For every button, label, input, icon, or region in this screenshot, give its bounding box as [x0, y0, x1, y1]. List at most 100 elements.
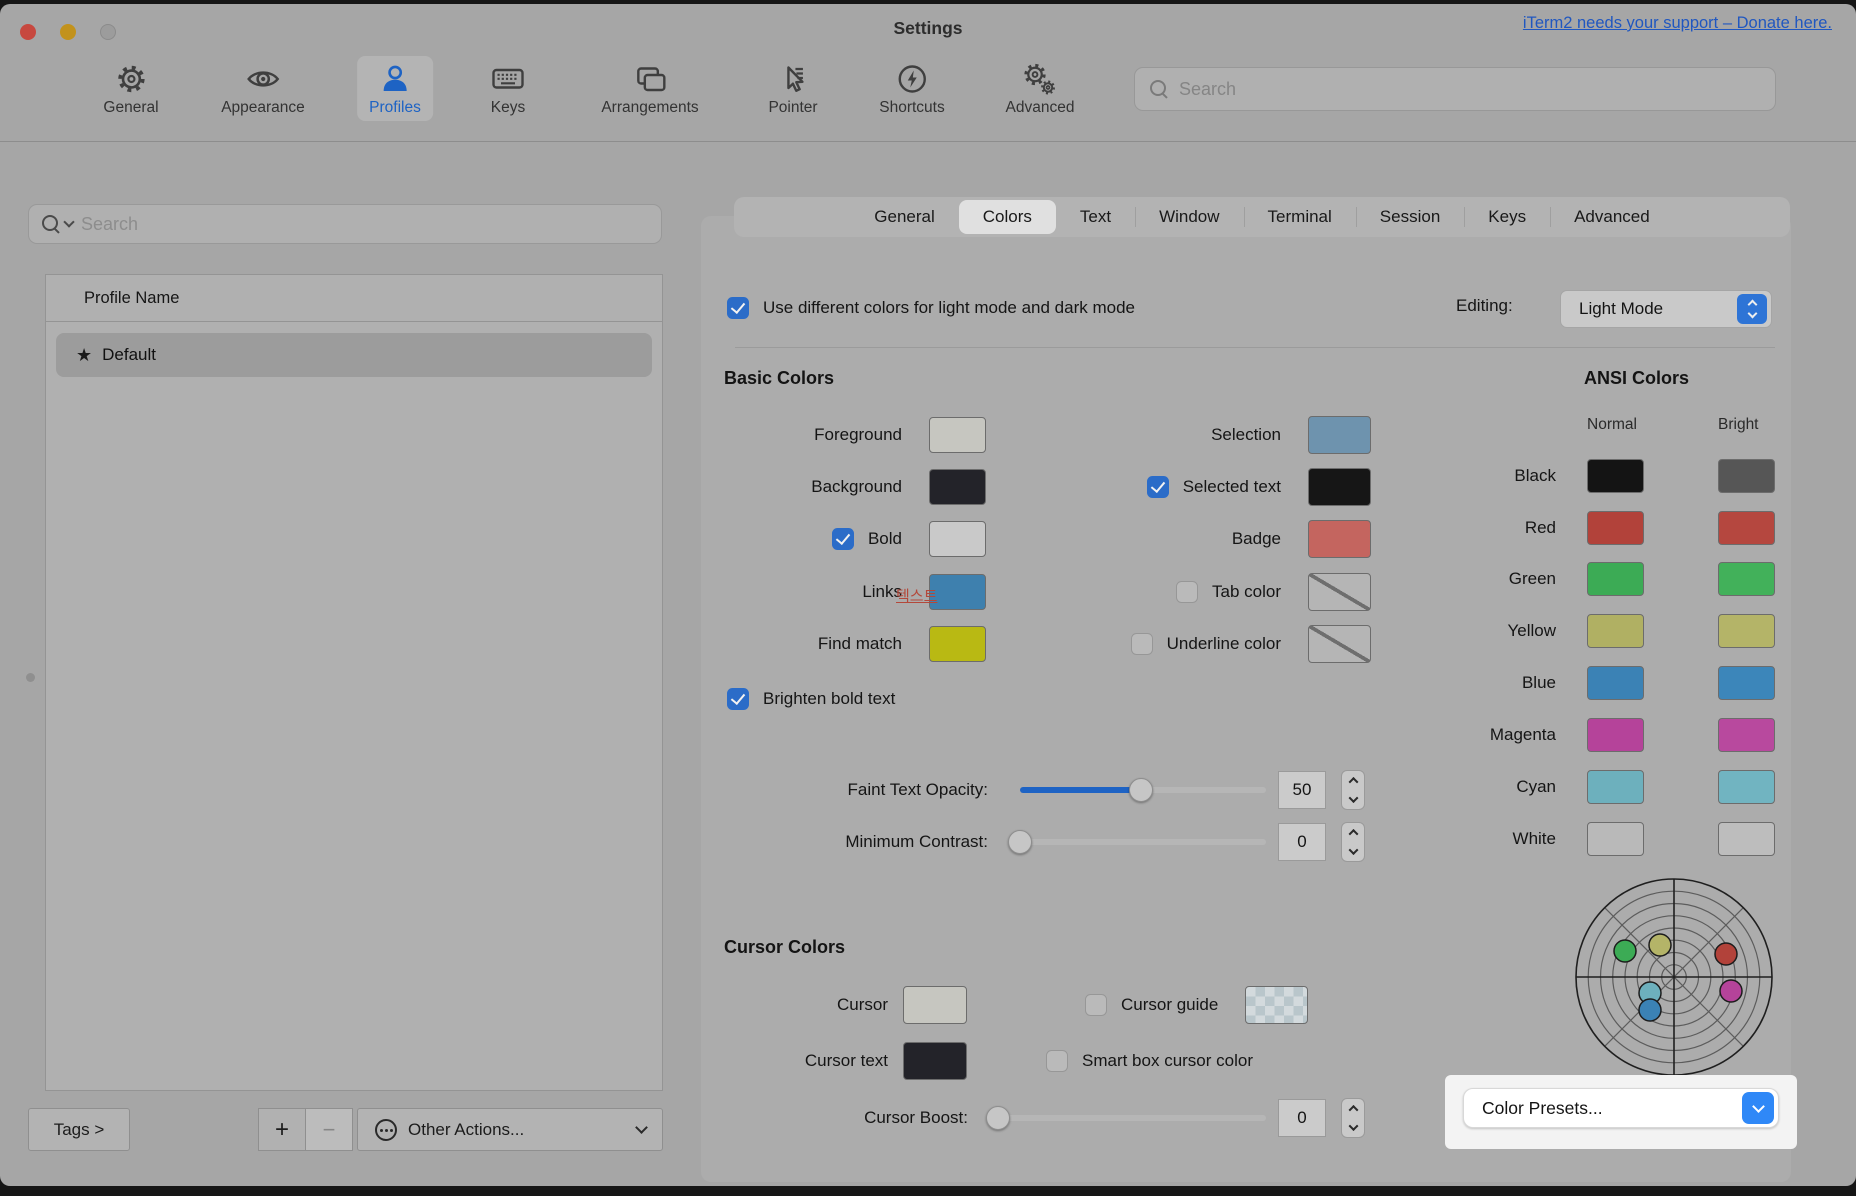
ansi-normal-well[interactable] — [1587, 822, 1644, 856]
toolbar-item-keys[interactable]: Keys — [477, 56, 539, 121]
selected-text-color-well[interactable] — [1308, 468, 1371, 506]
faint-opacity-slider[interactable] — [1020, 787, 1266, 793]
cursor-boost-value[interactable]: 0 — [1278, 1099, 1326, 1137]
min-contrast-slider[interactable] — [1020, 839, 1266, 845]
tab-color-checkbox[interactable] — [1176, 581, 1198, 603]
cursor-guide-label: Cursor guide — [1121, 995, 1218, 1015]
cursor-text-label: Cursor text — [805, 1051, 888, 1071]
slider-thumb[interactable] — [1008, 830, 1032, 854]
selection-row: Selection — [1080, 414, 1371, 456]
toolbar-item-appearance[interactable]: Appearance — [209, 56, 317, 121]
foreground-color-well[interactable] — [929, 417, 986, 453]
ansi-normal-well[interactable] — [1587, 666, 1644, 700]
bold-color-well[interactable] — [929, 521, 986, 557]
settings-window: Settings iTerm2 needs your support – Don… — [0, 4, 1856, 1186]
toolbar-item-advanced[interactable]: Advanced — [994, 56, 1087, 121]
tab-colors[interactable]: Colors — [959, 200, 1056, 234]
other-actions-label: Other Actions... — [408, 1120, 524, 1140]
tab-terminal[interactable]: Terminal — [1244, 197, 1356, 237]
ansi-normal-well[interactable] — [1587, 562, 1644, 596]
faint-opacity-stepper[interactable] — [1341, 770, 1365, 810]
ansi-normal-well[interactable] — [1587, 459, 1644, 493]
smart-box-row: Smart box cursor color — [1046, 1040, 1253, 1082]
find-match-color-well[interactable] — [929, 626, 986, 662]
ansi-normal-well[interactable] — [1587, 614, 1644, 648]
ansi-bright-well[interactable] — [1718, 511, 1775, 545]
links-color-well[interactable] — [929, 574, 986, 610]
min-contrast-value[interactable]: 0 — [1278, 823, 1326, 861]
smart-box-checkbox[interactable] — [1046, 1050, 1068, 1072]
underline-color-checkbox[interactable] — [1131, 633, 1153, 655]
donate-link[interactable]: iTerm2 needs your support – Donate here. — [1523, 14, 1832, 33]
color-presets-popup[interactable]: Color Presets... — [1463, 1088, 1779, 1128]
remove-profile-button[interactable]: − — [306, 1109, 352, 1150]
tags-button[interactable]: Tags > — [28, 1108, 130, 1151]
ansi-normal-well[interactable] — [1587, 718, 1644, 752]
chevron-down-icon — [63, 216, 74, 227]
brighten-bold-row: Brighten bold text — [727, 678, 895, 720]
cursor-guide-color-well[interactable] — [1245, 986, 1308, 1024]
tab-general[interactable]: General — [850, 197, 958, 237]
color-wheel[interactable] — [1574, 877, 1774, 1077]
selected-text-checkbox[interactable] — [1147, 476, 1169, 498]
smart-box-label: Smart box cursor color — [1082, 1051, 1253, 1071]
ansi-normal-well[interactable] — [1587, 770, 1644, 804]
toolbar-item-shortcuts[interactable]: Shortcuts — [867, 56, 956, 121]
profile-search-input[interactable]: Search — [28, 204, 662, 244]
ansi-bright-header: Bright — [1718, 416, 1759, 434]
cursor-boost-stepper[interactable] — [1341, 1098, 1365, 1138]
cursor-text-color-well[interactable] — [903, 1042, 967, 1080]
faint-opacity-value[interactable]: 50 — [1278, 771, 1326, 809]
toolbar-search-input[interactable]: Search — [1134, 67, 1776, 111]
selection-label: Selection — [1211, 425, 1281, 445]
ansi-bright-well[interactable] — [1718, 718, 1775, 752]
ansi-row-magenta: Magenta — [1440, 715, 1775, 755]
toolbar-item-profiles[interactable]: Profiles — [357, 56, 433, 121]
other-actions-button[interactable]: Other Actions... — [357, 1108, 663, 1151]
tab-keys[interactable]: Keys — [1464, 197, 1550, 237]
bold-checkbox[interactable] — [832, 528, 854, 550]
min-contrast-stepper[interactable] — [1341, 822, 1365, 862]
background-color-well[interactable] — [929, 469, 986, 505]
ansi-bright-well[interactable] — [1718, 770, 1775, 804]
toolbar-item-arrangements[interactable]: Arrangements — [589, 56, 710, 121]
ansi-bright-well[interactable] — [1718, 562, 1775, 596]
toolbar-item-general[interactable]: General — [91, 56, 170, 121]
toolbar-item-pointer[interactable]: Pointer — [756, 56, 829, 121]
bold-label: Bold — [868, 529, 902, 549]
tab-session[interactable]: Session — [1356, 197, 1464, 237]
pointer-icon — [774, 61, 812, 97]
ansi-bright-well[interactable] — [1718, 666, 1775, 700]
tab-text[interactable]: Text — [1056, 197, 1135, 237]
keyboard-icon — [489, 61, 527, 97]
tab-color-well[interactable] — [1308, 573, 1371, 611]
editing-mode-popup[interactable]: Light Mode — [1560, 290, 1772, 328]
selection-color-well[interactable] — [1308, 416, 1371, 454]
brighten-bold-checkbox[interactable] — [727, 688, 749, 710]
slider-thumb[interactable] — [986, 1106, 1010, 1130]
ansi-colors-title: ANSI Colors — [1584, 368, 1689, 389]
ansi-bright-well[interactable] — [1718, 822, 1775, 856]
wheel-dot-yellow — [1649, 934, 1671, 956]
ansi-row-blue: Blue — [1440, 663, 1775, 703]
tab-window[interactable]: Window — [1135, 197, 1243, 237]
toolbar-label: Keys — [491, 99, 525, 117]
ansi-name: Red — [1440, 518, 1556, 538]
person-icon — [376, 61, 414, 97]
ansi-bright-well[interactable] — [1718, 459, 1775, 493]
ansi-normal-well[interactable] — [1587, 511, 1644, 545]
cursor-guide-checkbox[interactable] — [1085, 994, 1107, 1016]
search-placeholder: Search — [1179, 79, 1236, 100]
ansi-bright-well[interactable] — [1718, 614, 1775, 648]
underline-color-well[interactable] — [1308, 625, 1371, 663]
cursor-color-well[interactable] — [903, 986, 967, 1024]
editing-label: Editing: — [1456, 296, 1513, 316]
slider-thumb[interactable] — [1129, 778, 1153, 802]
badge-color-well[interactable] — [1308, 520, 1371, 558]
cursor-boost-slider[interactable] — [998, 1115, 1266, 1121]
profile-row-default[interactable]: ★ Default — [56, 333, 652, 377]
use-different-colors-checkbox[interactable] — [727, 297, 749, 319]
tab-advanced[interactable]: Advanced — [1550, 197, 1674, 237]
window-edge-dot — [26, 673, 35, 682]
add-profile-button[interactable]: + — [259, 1109, 306, 1150]
